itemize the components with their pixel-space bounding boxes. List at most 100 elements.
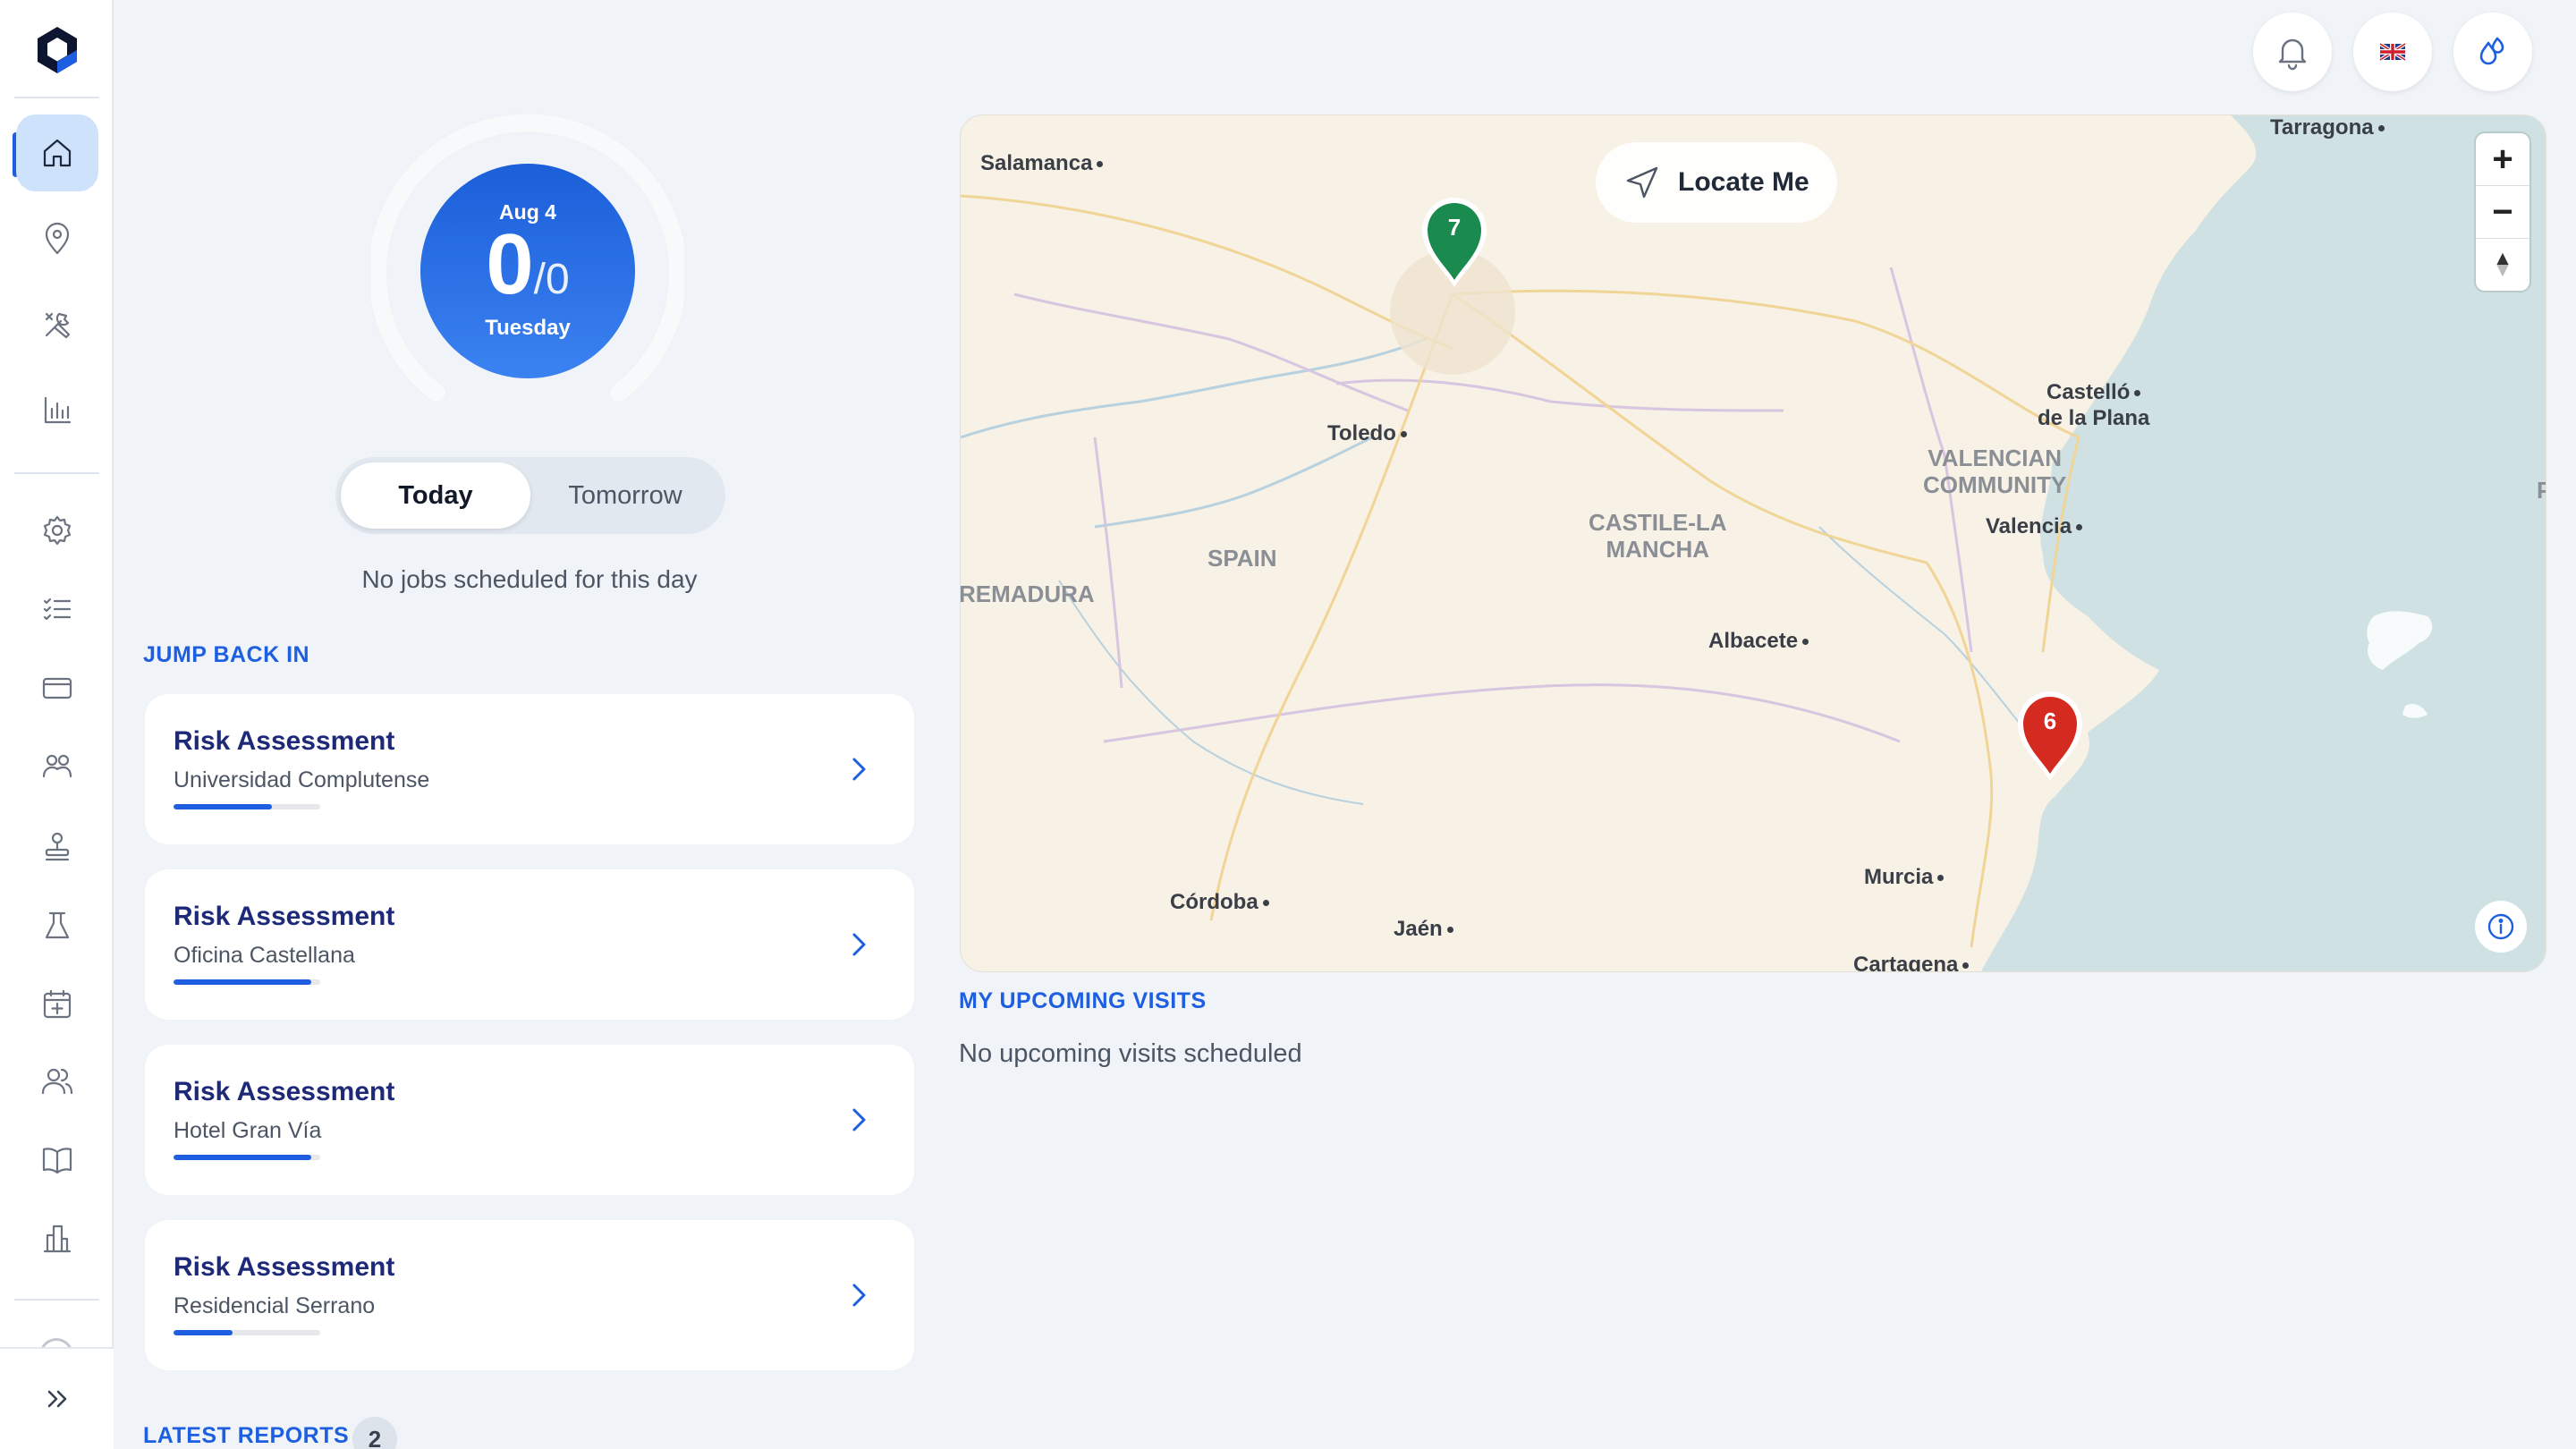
home-icon xyxy=(43,139,72,167)
map-attribution-button[interactable] xyxy=(2475,901,2527,953)
notifications-button[interactable] xyxy=(2253,13,2332,91)
users-icon xyxy=(41,1068,73,1095)
today-tab[interactable]: Today xyxy=(341,462,530,529)
sidebar-item-checklists[interactable] xyxy=(16,571,98,648)
drops-icon xyxy=(2479,37,2504,65)
region-label-valencian: VALENCIAN COMMUNITY xyxy=(1923,445,2067,498)
sidebar-item-buildings[interactable] xyxy=(16,1200,98,1277)
day-toggle: Today Tomorrow xyxy=(335,457,725,534)
recent-card[interactable]: Risk Assessment Hotel Gran Vía xyxy=(145,1045,914,1195)
upcoming-visits-title: MY UPCOMING VISITS xyxy=(959,988,1207,1013)
road xyxy=(1452,289,2080,439)
calendar-plus-icon xyxy=(43,989,72,1019)
sidebar-divider xyxy=(14,1299,99,1301)
region-border xyxy=(1103,683,1901,743)
latest-reports-count-badge: 2 xyxy=(352,1417,397,1449)
card-subtitle: Universidad Complutense xyxy=(174,767,430,792)
chevrons-right-icon xyxy=(47,1390,67,1408)
locate-me-button[interactable]: Locate Me xyxy=(1596,142,1837,223)
recent-card[interactable]: Risk Assessment Residencial Serrano xyxy=(145,1220,914,1370)
region-label-spain: SPAIN xyxy=(1208,545,1277,572)
bell-icon xyxy=(2278,38,2307,71)
app-logo[interactable] xyxy=(34,25,80,75)
sidebar-item-approvals[interactable] xyxy=(16,809,98,886)
city-label-albacete: Albacete xyxy=(1708,629,1809,654)
sidebar-divider xyxy=(14,472,99,474)
tools-icon xyxy=(45,312,71,339)
region-border xyxy=(1335,378,1784,412)
river xyxy=(1818,526,2035,742)
sidebar-item-billing[interactable] xyxy=(16,649,98,726)
sidebar-item-locations[interactable] xyxy=(16,200,98,277)
locate-me-label: Locate Me xyxy=(1678,167,1809,197)
chevron-right-icon xyxy=(841,927,877,962)
card-subtitle: Oficina Castellana xyxy=(174,943,355,968)
city-label-toledo: Toledo xyxy=(1327,421,1407,446)
recent-card[interactable]: Risk Assessment Oficina Castellana xyxy=(145,869,914,1020)
sidebar-item-users[interactable] xyxy=(16,1043,98,1120)
theme-button[interactable] xyxy=(2453,13,2532,91)
card-progress-bar xyxy=(174,1155,320,1160)
map-pin-icon xyxy=(2018,691,2082,781)
card-title: Risk Assessment xyxy=(174,1252,395,1282)
sidebar-item-lab[interactable] xyxy=(16,887,98,964)
jobs-count: 0/0 xyxy=(371,220,684,325)
zoom-in-button[interactable]: + xyxy=(2476,133,2529,185)
card-progress-fill xyxy=(174,1330,233,1335)
city-label-cartagena: Cartagena xyxy=(1853,953,1970,971)
card-title: Risk Assessment xyxy=(174,902,395,931)
region-border xyxy=(1013,292,1409,412)
map-pin-cluster[interactable]: 7 xyxy=(1419,194,1490,289)
sidebar-item-home[interactable] xyxy=(16,114,98,191)
card-title: Risk Assessment xyxy=(174,726,395,756)
sidebar-item-library[interactable] xyxy=(16,1122,98,1199)
tomorrow-tab[interactable]: Tomorrow xyxy=(530,462,720,529)
map-pin-cluster[interactable]: 6 xyxy=(2014,688,2086,783)
card-progress-fill xyxy=(174,979,312,985)
sidebar-item-tools[interactable] xyxy=(16,286,98,363)
latest-reports-title: LATEST REPORTS xyxy=(143,1423,350,1448)
no-jobs-message: No jobs scheduled for this day xyxy=(361,565,698,593)
sidebar-item-team[interactable] xyxy=(16,728,98,805)
compass-button[interactable] xyxy=(2476,239,2529,291)
card-progress-fill xyxy=(174,1155,312,1160)
map-pin-icon xyxy=(1422,198,1487,287)
card-progress-bar xyxy=(174,804,320,809)
card-progress-bar xyxy=(174,979,320,985)
city-label-murcia: Murcia xyxy=(1864,865,1945,890)
zoom-controls: + − xyxy=(2476,133,2529,291)
river xyxy=(1058,580,1364,805)
zoom-out-button[interactable]: − xyxy=(2476,186,2529,238)
chevron-right-icon xyxy=(841,751,877,787)
jobs-completed: 0 xyxy=(486,216,534,312)
settings-gear-icon xyxy=(43,515,72,546)
checklist-icon xyxy=(43,597,72,621)
info-icon xyxy=(2487,913,2514,940)
pin-count: 7 xyxy=(1447,214,1462,241)
recent-card[interactable]: Risk Assessment Universidad Complutense xyxy=(145,694,914,844)
language-button[interactable] xyxy=(2353,13,2432,91)
chevron-right-icon xyxy=(841,1277,877,1313)
expand-sidebar-button[interactable] xyxy=(36,1381,79,1417)
sidebar-item-analytics[interactable] xyxy=(16,372,98,449)
book-icon xyxy=(42,1148,72,1174)
sidebar xyxy=(0,0,114,1449)
chevron-right-icon xyxy=(841,1102,877,1138)
stamp-icon xyxy=(45,832,70,861)
sea-area xyxy=(1981,115,2546,971)
jump-back-in-title: JUMP BACK IN xyxy=(143,642,310,667)
city-label-tarragona: Tarragona xyxy=(2270,115,2385,140)
sidebar-divider xyxy=(14,97,99,98)
river xyxy=(1094,436,1373,529)
no-visits-message: No upcoming visits scheduled xyxy=(959,1039,1302,1068)
jobs-map[interactable]: Salamanca Tarragona Toledo Castelló de la… xyxy=(960,114,2546,972)
card-subtitle: Residencial Serrano xyxy=(174,1293,376,1318)
jobs-total: /0 xyxy=(533,256,570,303)
region-label-castile: CASTILE-LA MANCHA xyxy=(1589,509,1727,563)
credit-card-icon xyxy=(42,677,72,699)
sidebar-item-calendar[interactable] xyxy=(16,966,98,1043)
bar-chart-icon xyxy=(44,396,72,424)
sidebar-item-settings[interactable] xyxy=(16,492,98,569)
flask-icon xyxy=(45,911,70,939)
region-label-extremadura: REMADURA xyxy=(960,580,1095,607)
